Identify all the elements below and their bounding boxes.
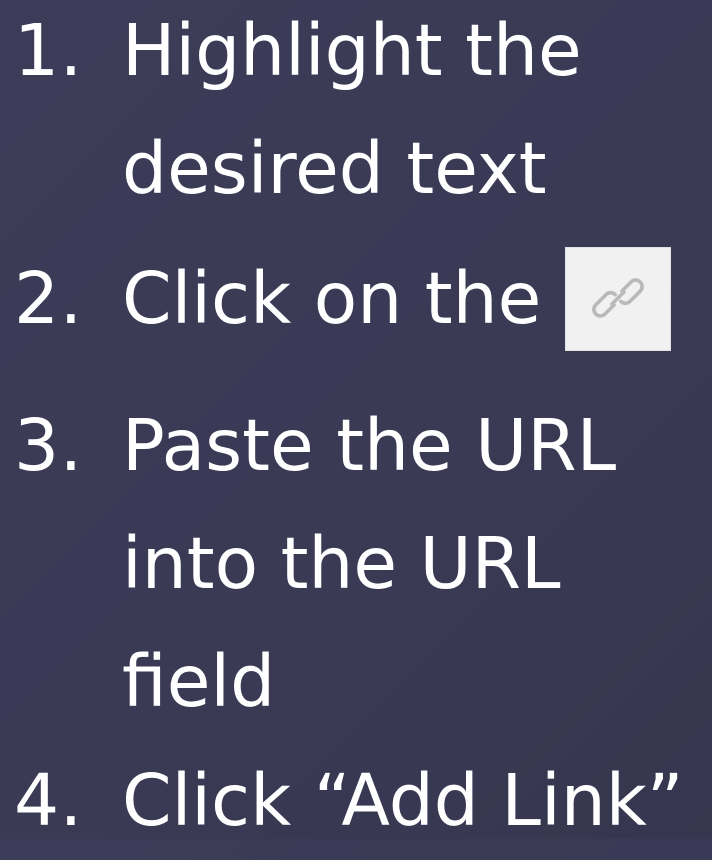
step-3-line-3: field [122, 640, 276, 723]
step-1-line-2: desired text [122, 127, 547, 210]
instruction-slide: 1. Highlight the desired text 2. Click o… [0, 0, 712, 842]
step-4-line-1: Click “Add Link” [122, 759, 684, 842]
step-4-number: 4. [14, 759, 83, 842]
step-3-line-1: Paste the URL [122, 404, 617, 487]
step-3-line-2: into the URL [122, 522, 561, 605]
step-1-line-1: Highlight the [122, 9, 582, 92]
step-1-text: Highlight the desired text [122, 0, 712, 228]
paperclip-link-glyph [592, 278, 645, 318]
step-2-text: Click on the [122, 240, 712, 358]
step-3-number: 3. [14, 404, 83, 487]
step-1-number: 1. [14, 9, 83, 92]
step-2-number: 2. [14, 257, 83, 340]
link-icon [565, 247, 672, 351]
step-3-text: Paste the URL into the URL field [122, 387, 712, 741]
step-4-text: Click “Add Link” [122, 742, 712, 860]
step-2-line-1: Click on the [122, 257, 542, 340]
